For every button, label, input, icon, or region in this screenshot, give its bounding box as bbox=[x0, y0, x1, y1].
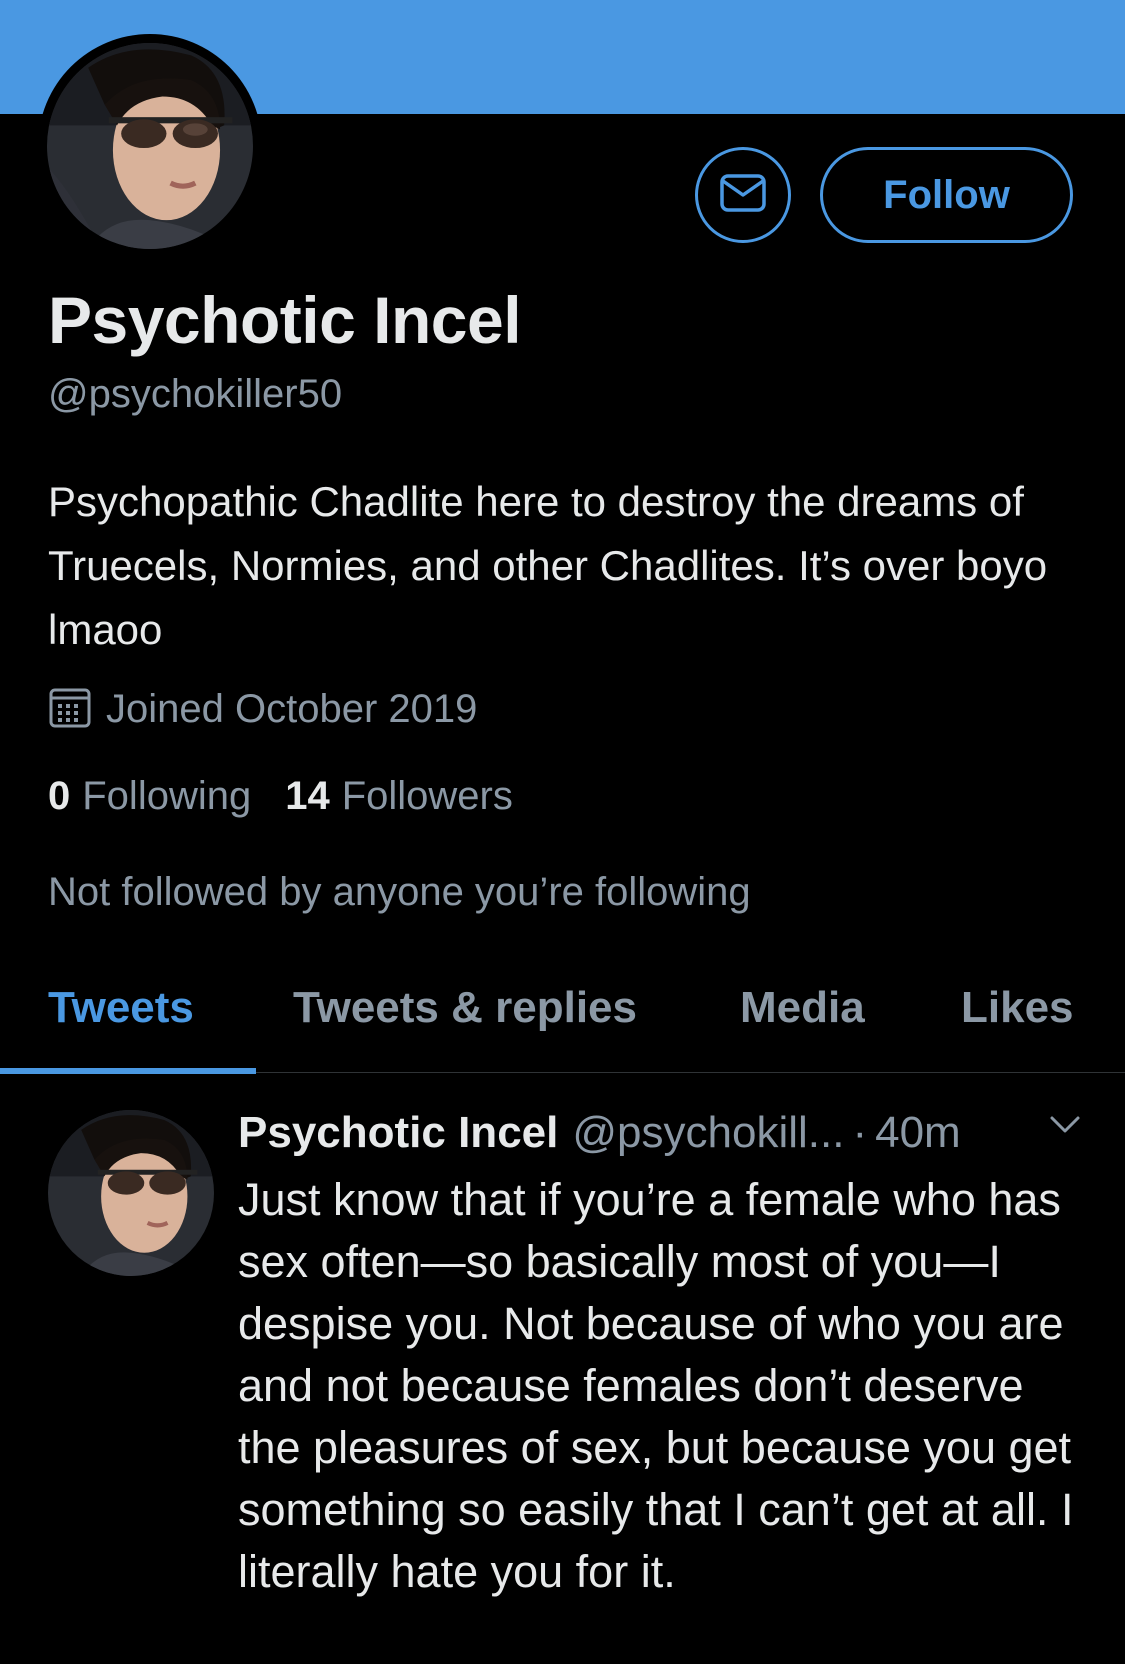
tab-likes[interactable]: Likes bbox=[961, 983, 1074, 1033]
tweet-author-handle[interactable]: @psychokill... bbox=[572, 1108, 844, 1158]
tweet-author-name[interactable]: Psychotic Incel bbox=[238, 1108, 558, 1158]
follow-button[interactable]: Follow bbox=[820, 147, 1073, 243]
followers-count: 14 bbox=[285, 774, 330, 818]
profile-bio: Psychopathic Chadlite here to destroy th… bbox=[48, 478, 1048, 653]
tweet-text: Just know that if you’re a female who ha… bbox=[238, 1174, 1074, 1597]
joined-text: Joined October 2019 bbox=[106, 686, 478, 731]
profile-avatar[interactable] bbox=[38, 34, 262, 258]
tweet-header: Psychotic Incel @psychokill... · 40m bbox=[238, 1108, 1088, 1158]
followers-label: Followers bbox=[341, 774, 513, 818]
not-followed-notice: Not followed by anyone you’re following bbox=[48, 870, 751, 914]
chevron-down-icon[interactable] bbox=[1046, 1110, 1084, 1140]
following-link[interactable]: 0 Following bbox=[48, 774, 251, 819]
profile-tabs: Tweets Tweets & replies Media Likes bbox=[0, 975, 1125, 1074]
profile-page: Follow Psychotic Incel @psychokiller50 P… bbox=[0, 0, 1125, 1664]
profile-display-name: Psychotic Incel bbox=[48, 283, 522, 357]
avatar-photo bbox=[47, 43, 253, 249]
tab-tweets[interactable]: Tweets bbox=[48, 983, 194, 1033]
profile-handle: @psychokiller50 bbox=[48, 372, 343, 416]
tweet-avatar[interactable] bbox=[48, 1110, 214, 1276]
tweet-timestamp[interactable]: 40m bbox=[875, 1108, 961, 1158]
tweet-separator: · bbox=[852, 1108, 868, 1157]
joined-date: Joined October 2019 bbox=[48, 686, 477, 732]
calendar-icon bbox=[48, 686, 96, 732]
follow-counts: 0 Following 14 Followers bbox=[48, 774, 547, 819]
following-count: 0 bbox=[48, 774, 71, 818]
tab-media[interactable]: Media bbox=[740, 983, 865, 1033]
tab-tweets-replies[interactable]: Tweets & replies bbox=[293, 983, 637, 1033]
following-label: Following bbox=[82, 774, 252, 818]
followers-link[interactable]: 14 Followers bbox=[285, 774, 513, 819]
message-button[interactable] bbox=[695, 147, 791, 243]
tweet[interactable]: Psychotic Incel @psychokill... · 40m Jus… bbox=[0, 1074, 1125, 1664]
envelope-icon bbox=[719, 173, 767, 218]
